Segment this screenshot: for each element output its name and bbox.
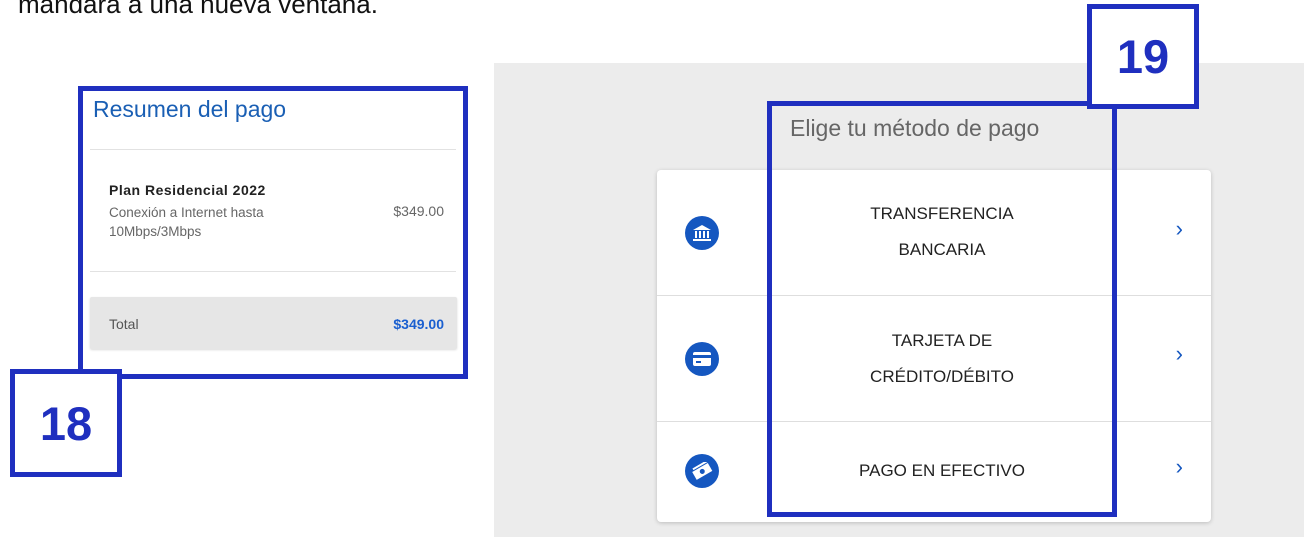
annotation-box-19	[767, 101, 1117, 517]
annotation-label-18: 18	[10, 369, 122, 477]
annotation-label-19: 19	[1087, 4, 1199, 109]
cash-icon	[685, 454, 719, 488]
chevron-right-icon[interactable]: ›	[1176, 216, 1183, 242]
annotation-box-18	[78, 86, 468, 379]
chevron-right-icon[interactable]: ›	[1176, 341, 1183, 367]
credit-card-icon	[685, 342, 719, 376]
caption-text: mandará a una nueva ventana.	[18, 0, 378, 19]
chevron-right-icon[interactable]: ›	[1176, 454, 1183, 480]
bank-icon	[685, 216, 719, 250]
